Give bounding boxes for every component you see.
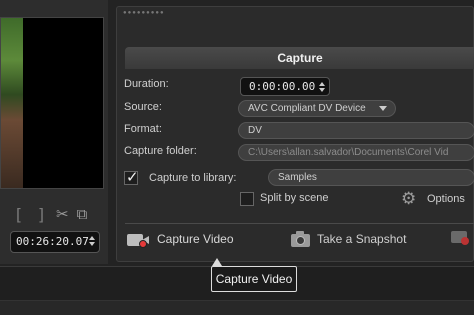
take-snapshot-button[interactable]: Take a Snapshot <box>291 231 406 247</box>
take-snapshot-label: Take a Snapshot <box>317 232 407 246</box>
mark-in-button[interactable]: [ <box>12 205 26 224</box>
preview-timecode-value: 00:26:20.07 <box>16 235 89 248</box>
split-clip-icon[interactable]: ⧉ <box>77 205 88 223</box>
video-preview <box>0 17 104 189</box>
split-by-scene-label: Split by scene <box>260 192 329 204</box>
duration-value: 0:00:00.00 <box>249 80 316 93</box>
duration-input[interactable]: 0:00:00.00 <box>240 77 330 96</box>
tooltip-arrow <box>212 258 222 266</box>
mark-out-button[interactable]: ] <box>34 205 48 224</box>
capture-folder-value: C:\Users\allan.salvador\Documents\Corel … <box>248 147 449 158</box>
capture-folder-field[interactable]: C:\Users\allan.salvador\Documents\Corel … <box>238 144 474 161</box>
tooltip: Capture Video <box>211 266 297 292</box>
chevron-down-icon <box>379 106 387 111</box>
timeline-track <box>0 300 474 315</box>
capture-video-button[interactable]: Capture Video <box>127 231 234 248</box>
format-value: DV <box>248 125 262 136</box>
format-dropdown[interactable]: DV <box>238 122 474 139</box>
trim-controls: [ ] ✂ ⧉ <box>12 205 104 224</box>
gear-icon[interactable]: ⚙ <box>401 189 416 209</box>
camera-icon <box>291 231 311 247</box>
capture-to-library-checkbox[interactable]: ✓ <box>124 168 139 186</box>
source-dropdown[interactable]: AVC Compliant DV Device <box>238 100 396 117</box>
capture-video-label: Capture Video <box>157 232 234 246</box>
source-label: Source: <box>124 101 162 113</box>
panel-divider <box>125 223 474 224</box>
source-value: AVC Compliant DV Device <box>248 103 366 114</box>
format-label: Format: <box>124 123 162 135</box>
panel-grip-handle[interactable]: ●●●●●●●●● <box>123 10 165 16</box>
preview-panel: [ ] ✂ ⧉ 00:26:20.07 <box>0 0 108 264</box>
preview-timecode[interactable]: 00:26:20.07 <box>10 231 100 253</box>
capture-panel: ●●●●●●●●● Capture Duration: 0:00:00.00 S… <box>116 6 474 262</box>
split-by-scene-checkbox[interactable] <box>240 192 254 206</box>
preview-thumbnail <box>1 18 23 188</box>
checkmark-icon: ✓ <box>126 168 139 186</box>
library-value: Samples <box>278 172 317 183</box>
scissors-icon[interactable]: ✂ <box>56 205 69 223</box>
stop-capture-icon[interactable] <box>451 229 473 245</box>
video-camera-icon <box>127 231 151 248</box>
duration-spinner[interactable] <box>319 82 326 94</box>
capture-folder-label: Capture folder: <box>124 145 197 157</box>
panel-title: Capture <box>125 47 474 69</box>
library-dropdown[interactable]: Samples <box>268 169 474 186</box>
capture-to-library-label: Capture to library: <box>149 172 237 184</box>
options-button[interactable]: Options <box>427 193 465 205</box>
timecode-spinner[interactable] <box>89 236 96 248</box>
duration-label: Duration: <box>124 78 169 90</box>
